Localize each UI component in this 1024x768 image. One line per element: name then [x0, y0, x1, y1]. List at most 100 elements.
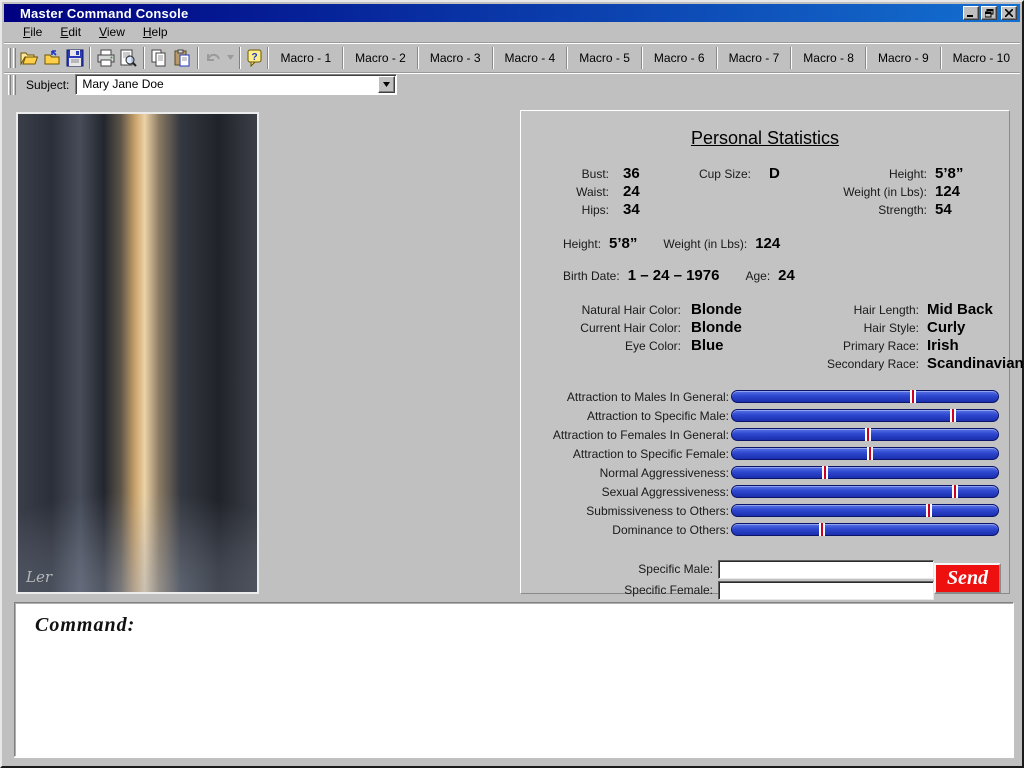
slider-thumb[interactable]: [952, 485, 958, 498]
print-preview-button[interactable]: [117, 46, 140, 70]
slider-track[interactable]: [731, 428, 999, 441]
menu-help[interactable]: Help: [134, 23, 177, 41]
save-button[interactable]: [63, 46, 86, 70]
menu-bar: File Edit View Help: [4, 22, 1020, 42]
macro-2-button[interactable]: Macro - 2: [345, 46, 416, 70]
hair-style-label: Hair Style:: [801, 321, 919, 335]
menu-edit[interactable]: Edit: [51, 23, 90, 41]
slider-track[interactable]: [731, 485, 999, 498]
toolbar-separator: [716, 47, 718, 69]
height-value: 5’8”: [935, 165, 963, 182]
toolbar-separator: [342, 47, 344, 69]
svg-text:?: ?: [252, 52, 258, 63]
open-icon: [19, 49, 39, 67]
height2-label: Height:: [563, 237, 601, 251]
specific-female-input[interactable]: [718, 581, 934, 600]
toolbar-grip[interactable]: [8, 48, 11, 68]
hips-label: Hips:: [521, 203, 609, 217]
waist-label: Waist:: [521, 185, 609, 199]
slider-thumb[interactable]: [910, 390, 916, 403]
slider-thumb[interactable]: [926, 504, 932, 517]
slider-attraction-males-general: Attraction to Males In General:: [521, 387, 1009, 406]
toolbar-separator: [197, 47, 199, 69]
close-button[interactable]: [1001, 6, 1017, 20]
strength-label: Strength:: [819, 203, 927, 217]
macro-9-button[interactable]: Macro - 9: [868, 46, 939, 70]
window-title: Master Command Console: [4, 6, 188, 21]
secondary-race-value: Scandinavian: [927, 355, 1024, 372]
restore-button[interactable]: [981, 6, 997, 20]
menu-view[interactable]: View: [90, 23, 134, 41]
toolbar-separator: [89, 47, 91, 69]
waist-value: 24: [623, 183, 681, 200]
slider-sexual-aggressiveness: Sexual Aggressiveness:: [521, 482, 1009, 501]
birth-date-label: Birth Date:: [563, 269, 620, 283]
main-toolbar: ? Macro - 1 Macro - 2 Macro - 3 Macro - …: [4, 42, 1020, 72]
specific-male-label: Specific Male:: [617, 562, 713, 576]
subject-combobox-arrow[interactable]: [378, 76, 395, 93]
personal-statistics-panel: Personal Statistics Bust:36 Waist:24 Hip…: [520, 110, 1010, 594]
birth-date-value: 1 – 24 – 1976: [628, 267, 720, 284]
command-area[interactable]: Command:: [14, 602, 1014, 757]
specific-male-input[interactable]: [718, 560, 934, 579]
undo-dropdown-button[interactable]: [224, 46, 235, 70]
slider-track[interactable]: [731, 466, 999, 479]
toolbar-grip[interactable]: [8, 75, 11, 95]
subject-label: Subject:: [26, 78, 69, 92]
slider-track[interactable]: [731, 447, 999, 460]
subject-combobox[interactable]: Mary Jane Doe: [75, 74, 397, 95]
slider-track[interactable]: [731, 390, 999, 403]
cup-size-label: Cup Size:: [681, 167, 751, 181]
command-label: Command:: [35, 614, 135, 636]
secondary-race-label: Secondary Race:: [801, 357, 919, 371]
slider-track[interactable]: [731, 504, 999, 517]
close-file-button[interactable]: [41, 46, 64, 70]
slider-track[interactable]: [731, 523, 999, 536]
slider-thumb[interactable]: [865, 428, 871, 441]
help-button[interactable]: ?: [244, 46, 267, 70]
bust-label: Bust:: [521, 167, 609, 181]
macro-6-button[interactable]: Macro - 6: [644, 46, 715, 70]
macro-5-button[interactable]: Macro - 5: [569, 46, 640, 70]
height-label: Height:: [819, 167, 927, 181]
toolbar-grip[interactable]: [13, 75, 16, 95]
open-button[interactable]: [18, 46, 41, 70]
copy-button[interactable]: [148, 46, 171, 70]
toolbar-separator: [417, 47, 419, 69]
macro-7-button[interactable]: Macro - 7: [719, 46, 790, 70]
slider-thumb[interactable]: [819, 523, 825, 536]
macro-8-button[interactable]: Macro - 8: [793, 46, 864, 70]
macro-10-button[interactable]: Macro - 10: [943, 46, 1020, 70]
paste-icon: [173, 49, 191, 67]
undo-icon: [204, 50, 222, 66]
sliders-block: Attraction to Males In General: Attracti…: [521, 387, 1009, 539]
current-hair-label: Current Hair Color:: [521, 321, 681, 335]
slider-track[interactable]: [731, 409, 999, 422]
slider-thumb[interactable]: [867, 447, 873, 460]
copy-icon: [150, 49, 168, 67]
print-button[interactable]: [94, 46, 117, 70]
minimize-button[interactable]: [963, 6, 979, 20]
natural-hair-value: Blonde: [691, 301, 801, 318]
paste-button[interactable]: [171, 46, 194, 70]
weight2-value: 124: [755, 235, 780, 252]
subject-combobox-value[interactable]: Mary Jane Doe: [76, 75, 377, 94]
send-button[interactable]: Send: [934, 563, 1001, 594]
hair-length-value: Mid Back: [927, 301, 993, 318]
menu-file[interactable]: File: [14, 23, 51, 41]
slider-attraction-specific-male: Attraction to Specific Male:: [521, 406, 1009, 425]
macro-4-button[interactable]: Macro - 4: [495, 46, 566, 70]
macro-3-button[interactable]: Macro - 3: [420, 46, 491, 70]
slider-thumb[interactable]: [950, 409, 956, 422]
save-icon: [66, 49, 84, 67]
toolbar-separator: [790, 47, 792, 69]
specific-female-label: Specific Female:: [617, 583, 713, 597]
toolbar-grip[interactable]: [13, 48, 16, 68]
macro-1-button[interactable]: Macro - 1: [270, 46, 341, 70]
appearance-block: Natural Hair Color:Blonde Current Hair C…: [521, 301, 1009, 373]
undo-button[interactable]: [202, 46, 225, 70]
primary-race-value: Irish: [927, 337, 959, 354]
chevron-down-icon: [383, 82, 390, 87]
age-label: Age:: [745, 269, 770, 283]
slider-thumb[interactable]: [822, 466, 828, 479]
